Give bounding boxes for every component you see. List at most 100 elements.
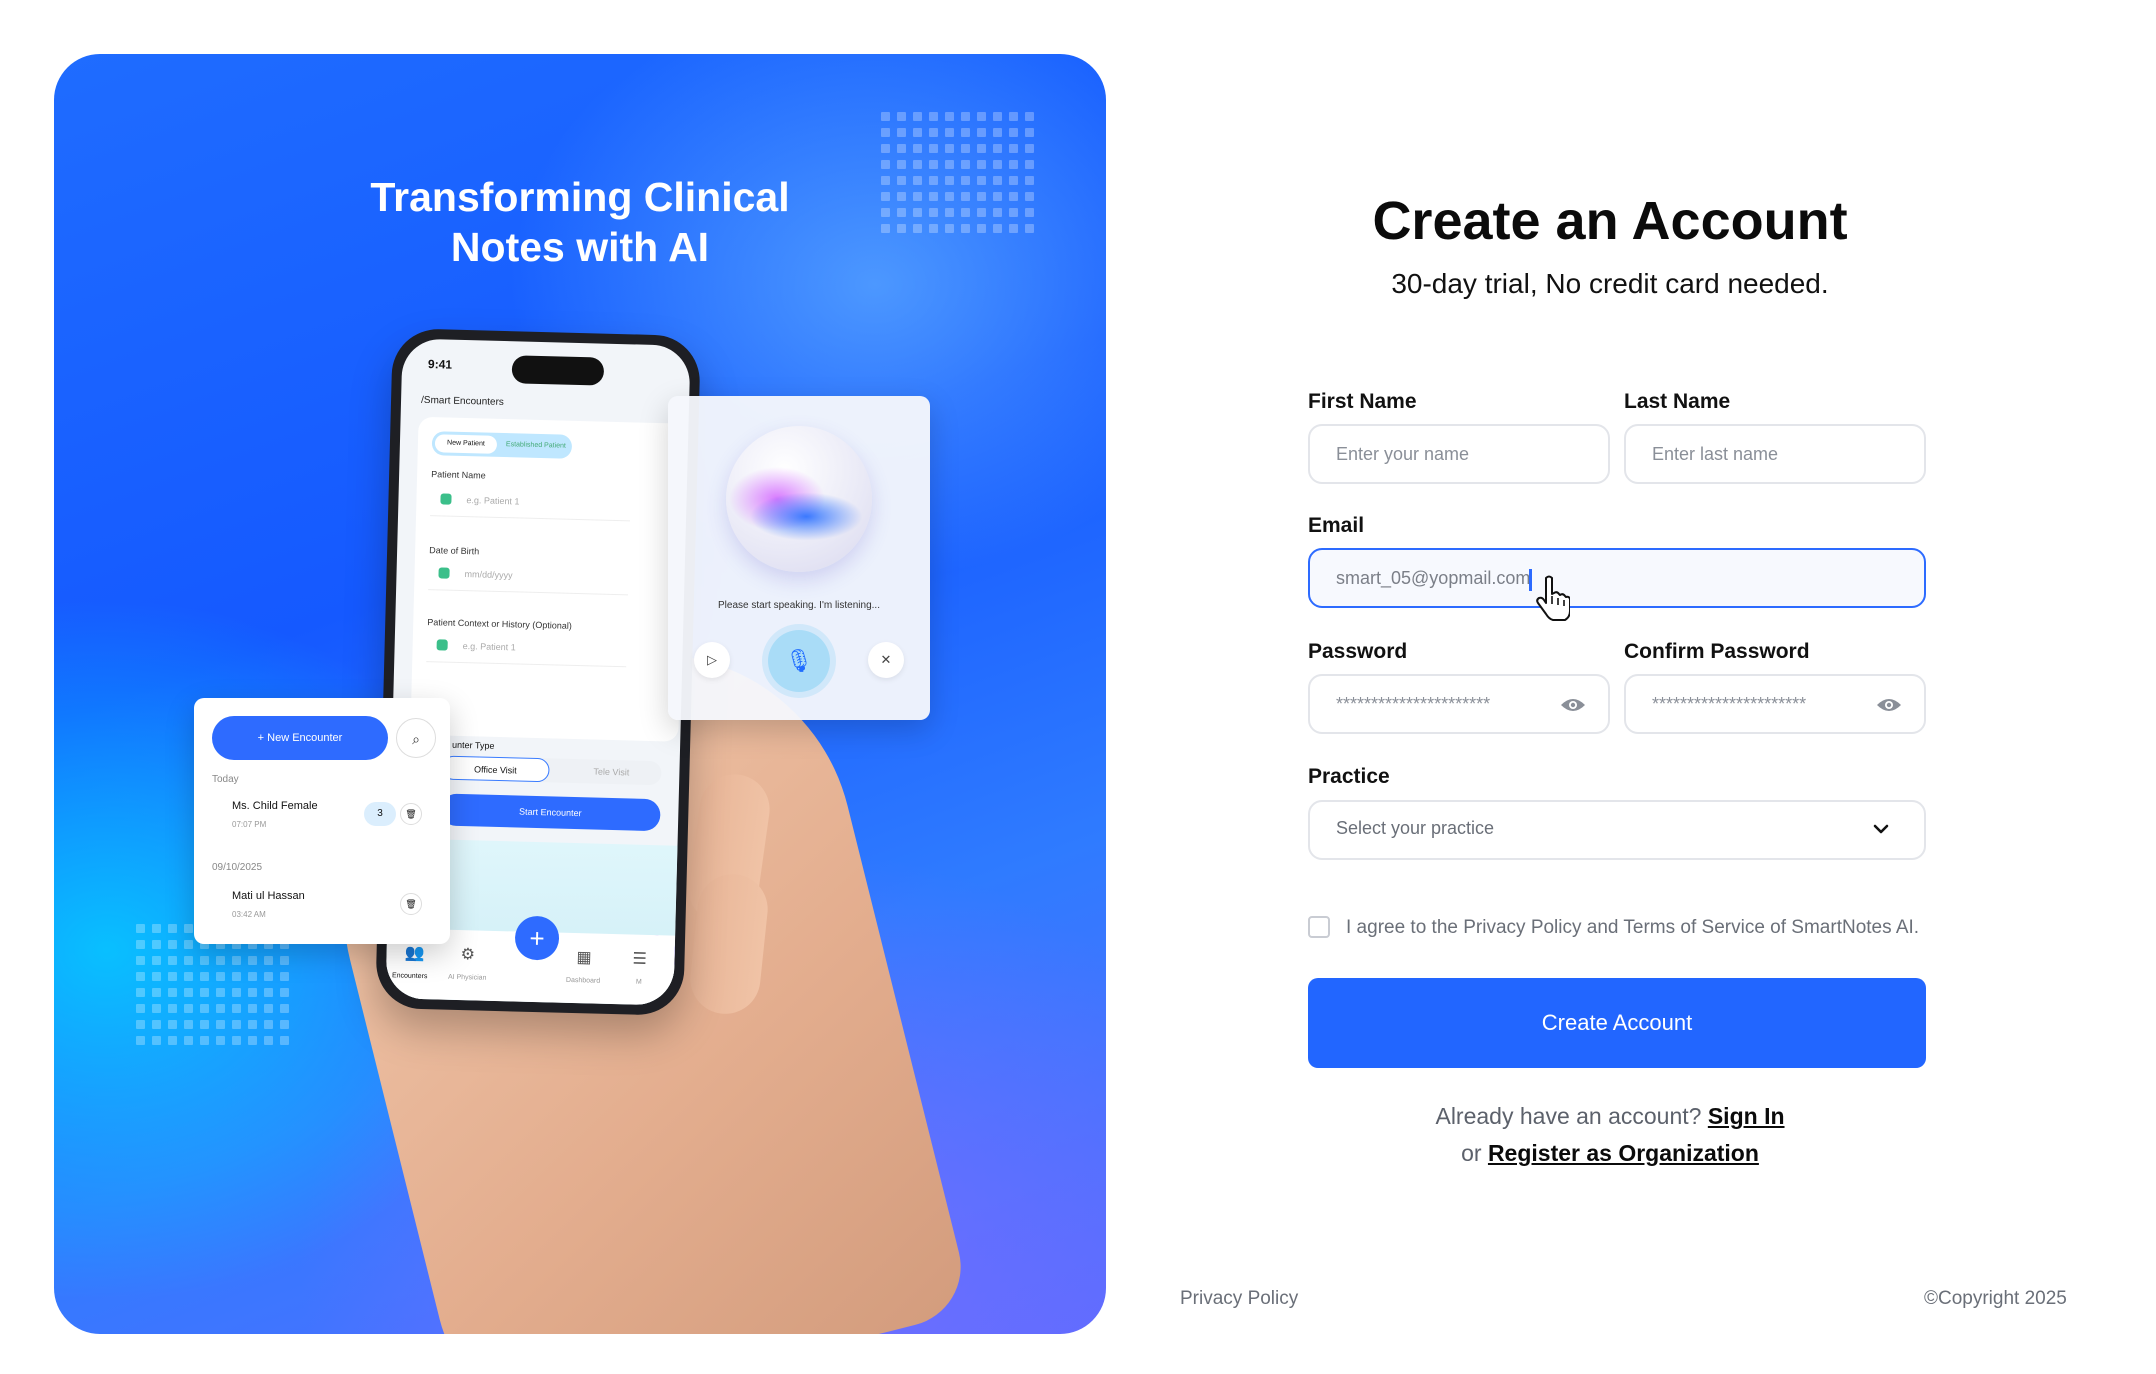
dot xyxy=(913,112,922,121)
phone-time: 9:41 xyxy=(427,357,453,372)
dot xyxy=(200,1004,209,1013)
dot xyxy=(913,224,922,233)
encounter-type-label: unter Type xyxy=(451,739,495,751)
context-input: e.g. Patient 1 xyxy=(426,631,627,668)
voice-prompt: Please start speaking. I'm listening... xyxy=(718,600,880,611)
dot xyxy=(232,956,241,965)
dot xyxy=(264,956,273,965)
encounter-type-toggle: Office Visit Tele Visit xyxy=(441,755,662,786)
dot xyxy=(945,176,954,185)
register-organization-link[interactable]: Register as Organization xyxy=(1488,1140,1759,1166)
dot xyxy=(200,956,209,965)
dot xyxy=(184,1036,193,1045)
dot xyxy=(168,940,177,949)
confirm-password-label: Confirm Password xyxy=(1624,640,1810,663)
dot xyxy=(1025,112,1034,121)
dot xyxy=(136,956,145,965)
last-name-field[interactable] xyxy=(1624,424,1926,484)
sign-in-prompt: Already have an account? Sign In xyxy=(1260,1103,1960,1130)
dob-label: Date of Birth xyxy=(429,545,480,557)
dot xyxy=(897,176,906,185)
dot xyxy=(184,1004,193,1013)
dot xyxy=(913,192,922,201)
dot xyxy=(232,1036,241,1045)
dot xyxy=(216,988,225,997)
dot xyxy=(216,1020,225,1029)
user-icon xyxy=(440,493,452,505)
dot xyxy=(913,144,922,153)
dot xyxy=(136,988,145,997)
dot xyxy=(280,1020,289,1029)
nav-label-more: M xyxy=(635,978,642,986)
agree-checkbox[interactable] xyxy=(1308,916,1330,938)
dot xyxy=(881,192,890,201)
encounter-count-badge: 3 xyxy=(364,802,396,826)
dot xyxy=(977,176,986,185)
dot xyxy=(929,176,938,185)
dot xyxy=(1009,224,1018,233)
dot xyxy=(200,988,209,997)
new-encounter-button: + New Encounter xyxy=(212,716,388,760)
tab-tele-visit: Tele Visit xyxy=(593,766,630,778)
page-subtitle: 30-day trial, No credit card needed. xyxy=(1391,268,1829,299)
dot xyxy=(184,988,193,997)
dot xyxy=(152,1004,161,1013)
dot xyxy=(136,1036,145,1045)
dot xyxy=(929,192,938,201)
dot xyxy=(993,176,1002,185)
dot xyxy=(881,144,890,153)
phone-breadcrumb: /Smart Encounters xyxy=(420,394,504,409)
dot xyxy=(945,208,954,217)
dot xyxy=(993,208,1002,217)
dot xyxy=(168,1004,177,1013)
tab-established-patient: Established Patient xyxy=(505,441,566,450)
dot xyxy=(945,192,954,201)
eye-icon[interactable] xyxy=(1560,697,1586,713)
dot xyxy=(945,144,954,153)
first-name-field[interactable] xyxy=(1308,424,1610,484)
nav-label-encounters: Encounters xyxy=(391,972,428,981)
phone-form-card: New Patient Established Patient Patient … xyxy=(410,416,687,742)
dot xyxy=(977,128,986,137)
dot xyxy=(993,192,1002,201)
privacy-policy-link[interactable]: Privacy Policy xyxy=(1180,1288,1298,1310)
dot xyxy=(977,192,986,201)
nav-label-ai-physician: AI Physician xyxy=(447,973,487,982)
dot xyxy=(961,128,970,137)
dot xyxy=(152,1036,161,1045)
dot xyxy=(961,208,970,217)
grid-icon: ▦ xyxy=(576,949,592,967)
calendar-icon xyxy=(438,567,450,579)
dot xyxy=(897,208,906,217)
dot xyxy=(961,176,970,185)
email-field[interactable] xyxy=(1308,548,1926,608)
dot xyxy=(913,176,922,185)
dot xyxy=(993,160,1002,169)
dot xyxy=(977,224,986,233)
dot xyxy=(961,224,970,233)
sign-in-link[interactable]: Sign In xyxy=(1708,1103,1785,1129)
dot xyxy=(264,988,273,997)
dot xyxy=(168,1020,177,1029)
encounters-card: + New Encounter ⌕ Today Ms. Child Female… xyxy=(194,698,450,944)
dot xyxy=(945,224,954,233)
create-account-button[interactable]: Create Account xyxy=(1308,978,1926,1068)
dot xyxy=(168,988,177,997)
group-label-date: 09/10/2025 xyxy=(212,862,263,873)
play-icon: ▷ xyxy=(694,642,730,678)
dot xyxy=(961,112,970,121)
dot xyxy=(280,1004,289,1013)
dot xyxy=(184,1020,193,1029)
patient-type-toggle: New Patient Established Patient xyxy=(431,431,573,459)
eye-icon[interactable] xyxy=(1876,697,1902,713)
dot xyxy=(152,940,161,949)
dot xyxy=(1025,144,1034,153)
dot xyxy=(1025,160,1034,169)
dot xyxy=(184,972,193,981)
chevron-down-icon xyxy=(1873,824,1889,834)
dob-input: mm/dd/yyyy xyxy=(428,559,629,596)
microphone-icon: 🎙 xyxy=(768,630,830,692)
notes-icon xyxy=(436,639,448,651)
dot xyxy=(136,1020,145,1029)
dot xyxy=(152,956,161,965)
